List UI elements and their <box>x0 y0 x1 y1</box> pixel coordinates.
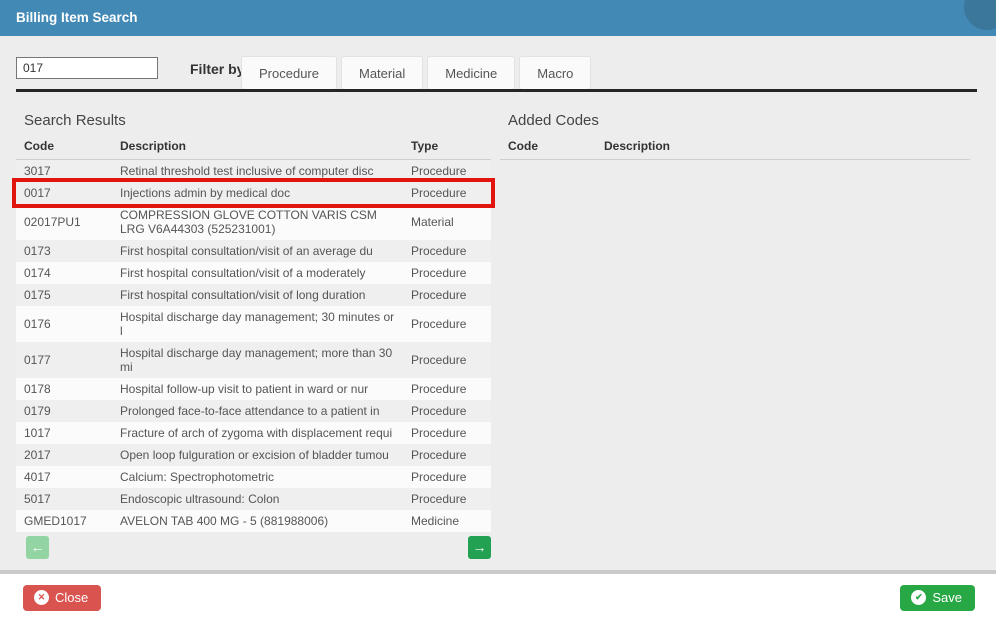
dialog-titlebar: Billing Item Search <box>0 0 996 36</box>
added-codes-panel: Added Codes Code Description <box>500 112 970 160</box>
cell-type: Material <box>403 204 491 240</box>
save-button-label: Save <box>932 590 962 605</box>
cell-code: 0174 <box>16 262 112 284</box>
pagination: ← → <box>16 536 491 559</box>
table-row[interactable]: 0174First hospital consultation/visit of… <box>16 262 491 284</box>
cell-description: COMPRESSION GLOVE COTTON VARIS CSM LRG V… <box>112 204 403 240</box>
cell-code: 0179 <box>16 400 112 422</box>
cell-type: Procedure <box>403 182 491 204</box>
cell-type: Procedure <box>403 378 491 400</box>
cell-type: Procedure <box>403 422 491 444</box>
cell-type: Procedure <box>403 466 491 488</box>
cell-code: 5017 <box>16 488 112 510</box>
cell-description: AVELON TAB 400 MG - 5 (881988006) <box>112 510 403 532</box>
cell-code: 0173 <box>16 240 112 262</box>
cell-description: First hospital consultation/visit of lon… <box>112 284 403 306</box>
table-row[interactable]: 1017Fracture of arch of zygoma with disp… <box>16 422 491 444</box>
cell-code: 0178 <box>16 378 112 400</box>
cell-code: 02017PU1 <box>16 204 112 240</box>
dialog-title: Billing Item Search <box>16 10 138 25</box>
table-row[interactable]: 0177Hospital discharge day management; m… <box>16 342 491 378</box>
cell-type: Procedure <box>403 400 491 422</box>
cell-type: Procedure <box>403 284 491 306</box>
cell-code: 4017 <box>16 466 112 488</box>
added-codes-title: Added Codes <box>508 112 970 129</box>
results-header-row: Code Description Type <box>16 135 491 160</box>
cell-description: Prolonged face-to-face attendance to a p… <box>112 400 403 422</box>
close-button-label: Close <box>55 590 88 605</box>
filter-by-label: Filter by <box>190 61 244 77</box>
column-header-type: Type <box>403 135 491 160</box>
cell-description: Calcium: Spectrophotometric <box>112 466 403 488</box>
cell-code: 3017 <box>16 160 112 183</box>
cell-description: First hospital consultation/visit of an … <box>112 240 403 262</box>
table-row[interactable]: 5017Endoscopic ultrasound: ColonProcedur… <box>16 488 491 510</box>
next-page-button[interactable]: → <box>468 536 491 559</box>
cell-description: Endoscopic ultrasound: Colon <box>112 488 403 510</box>
filter-button-medicine[interactable]: Medicine <box>427 56 515 90</box>
save-check-icon: ✔ <box>911 590 926 605</box>
cell-type: Procedure <box>403 160 491 183</box>
cell-description: First hospital consultation/visit of a m… <box>112 262 403 284</box>
cell-description: Open loop fulguration or excision of bla… <box>112 444 403 466</box>
table-row[interactable]: 0175First hospital consultation/visit of… <box>16 284 491 306</box>
column-header-code: Code <box>500 135 596 160</box>
cell-type: Procedure <box>403 306 491 342</box>
cell-code: 0175 <box>16 284 112 306</box>
table-row[interactable]: 0178Hospital follow-up visit to patient … <box>16 378 491 400</box>
cell-type: Procedure <box>403 488 491 510</box>
toolbar-divider <box>16 89 977 92</box>
search-controls: Filter by ProcedureMaterialMedicineMacro <box>0 36 996 92</box>
cell-description: Hospital follow-up visit to patient in w… <box>112 378 403 400</box>
filter-button-material[interactable]: Material <box>341 56 423 90</box>
table-row[interactable]: 02017PU1COMPRESSION GLOVE COTTON VARIS C… <box>16 204 491 240</box>
table-row[interactable]: 4017Calcium: SpectrophotometricProcedure <box>16 466 491 488</box>
added-header-row: Code Description <box>500 135 970 160</box>
column-header-description: Description <box>596 135 970 160</box>
column-header-description: Description <box>112 135 403 160</box>
titlebar-corner-decoration <box>964 0 996 30</box>
cell-type: Procedure <box>403 240 491 262</box>
save-button[interactable]: ✔ Save <box>900 585 975 611</box>
cell-description: Fracture of arch of zygoma with displace… <box>112 422 403 444</box>
search-results-title: Search Results <box>24 112 491 129</box>
cell-code: 0017 <box>16 182 112 204</box>
previous-page-button[interactable]: ← <box>26 536 49 559</box>
cell-description: Hospital discharge day management; 30 mi… <box>112 306 403 342</box>
table-row[interactable]: 0179Prolonged face-to-face attendance to… <box>16 400 491 422</box>
table-row[interactable]: 3017Retinal threshold test inclusive of … <box>16 160 491 183</box>
close-button[interactable]: ✕ Close <box>23 585 101 611</box>
table-row[interactable]: 0173First hospital consultation/visit of… <box>16 240 491 262</box>
cell-description: Hospital discharge day management; more … <box>112 342 403 378</box>
table-row[interactable]: 0017Injections admin by medical docProce… <box>16 182 491 204</box>
filter-button-procedure[interactable]: Procedure <box>241 56 337 90</box>
cell-type: Procedure <box>403 342 491 378</box>
footer: ✕ Close ✔ Save <box>0 574 996 620</box>
close-icon: ✕ <box>34 590 49 605</box>
search-input[interactable] <box>16 57 158 79</box>
filter-button-macro[interactable]: Macro <box>519 56 591 90</box>
cell-type: Procedure <box>403 262 491 284</box>
cell-code: 1017 <box>16 422 112 444</box>
search-results-table: Code Description Type 3017Retinal thresh… <box>16 135 491 532</box>
table-row[interactable]: GMED1017AVELON TAB 400 MG - 5 (881988006… <box>16 510 491 532</box>
cell-code: 0177 <box>16 342 112 378</box>
table-row[interactable]: 2017Open loop fulguration or excision of… <box>16 444 491 466</box>
cell-code: GMED1017 <box>16 510 112 532</box>
added-codes-table: Code Description <box>500 135 970 160</box>
cell-code: 2017 <box>16 444 112 466</box>
cell-type: Medicine <box>403 510 491 532</box>
cell-description: Retinal threshold test inclusive of comp… <box>112 160 403 183</box>
cell-type: Procedure <box>403 444 491 466</box>
search-results-panel: Search Results Code Description Type 301… <box>16 112 491 559</box>
cell-description: Injections admin by medical doc <box>112 182 403 204</box>
cell-code: 0176 <box>16 306 112 342</box>
column-header-code: Code <box>16 135 112 160</box>
table-row[interactable]: 0176Hospital discharge day management; 3… <box>16 306 491 342</box>
filter-buttons: ProcedureMaterialMedicineMacro <box>241 56 591 90</box>
